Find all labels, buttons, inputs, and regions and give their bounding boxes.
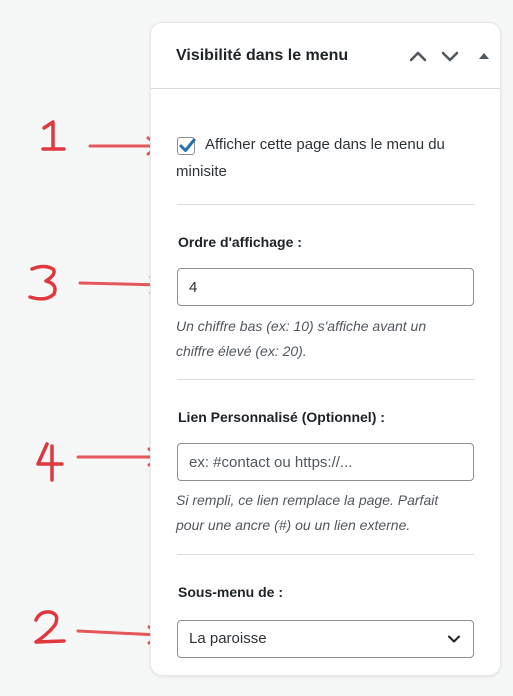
annotation-1 — [38, 116, 78, 161]
divider — [177, 379, 474, 380]
submenu-of-label: Sous-menu de : — [178, 584, 284, 600]
annotation-4 — [32, 440, 72, 489]
display-order-help: Un chiffre bas (ex: 10) s'affiche avant … — [176, 318, 427, 359]
annotation-2 — [30, 608, 70, 653]
display-order-label: Ordre d'affichage : — [178, 234, 302, 250]
annotation-3 — [26, 262, 66, 311]
show-in-menu-checkbox[interactable] — [177, 137, 196, 155]
toggle-panel-button[interactable] — [471, 43, 497, 69]
chevron-down-icon — [447, 632, 461, 651]
custom-link-label: Lien Personnalisé (Optionnel) : — [178, 409, 385, 425]
move-up-button[interactable] — [405, 43, 431, 69]
panel-header: Visibilité dans le menu — [151, 23, 500, 89]
menu-visibility-panel: Visibilité dans le menu Afficher cette p… — [150, 22, 501, 676]
divider — [177, 204, 474, 205]
move-down-button[interactable] — [437, 43, 463, 69]
chevron-down-icon — [440, 49, 460, 63]
divider — [177, 554, 474, 555]
submenu-selected-value: La paroisse — [189, 630, 267, 647]
submenu-of-select[interactable]: La paroisse — [177, 620, 474, 658]
chevron-up-icon — [408, 49, 428, 63]
display-order-input[interactable] — [177, 268, 474, 306]
caret-up-icon — [478, 51, 490, 61]
custom-link-help: Si rempli, ce lien remplace la page. Par… — [176, 492, 439, 533]
panel-title: Visibilité dans le menu — [176, 47, 349, 64]
custom-link-input[interactable] — [177, 443, 474, 481]
